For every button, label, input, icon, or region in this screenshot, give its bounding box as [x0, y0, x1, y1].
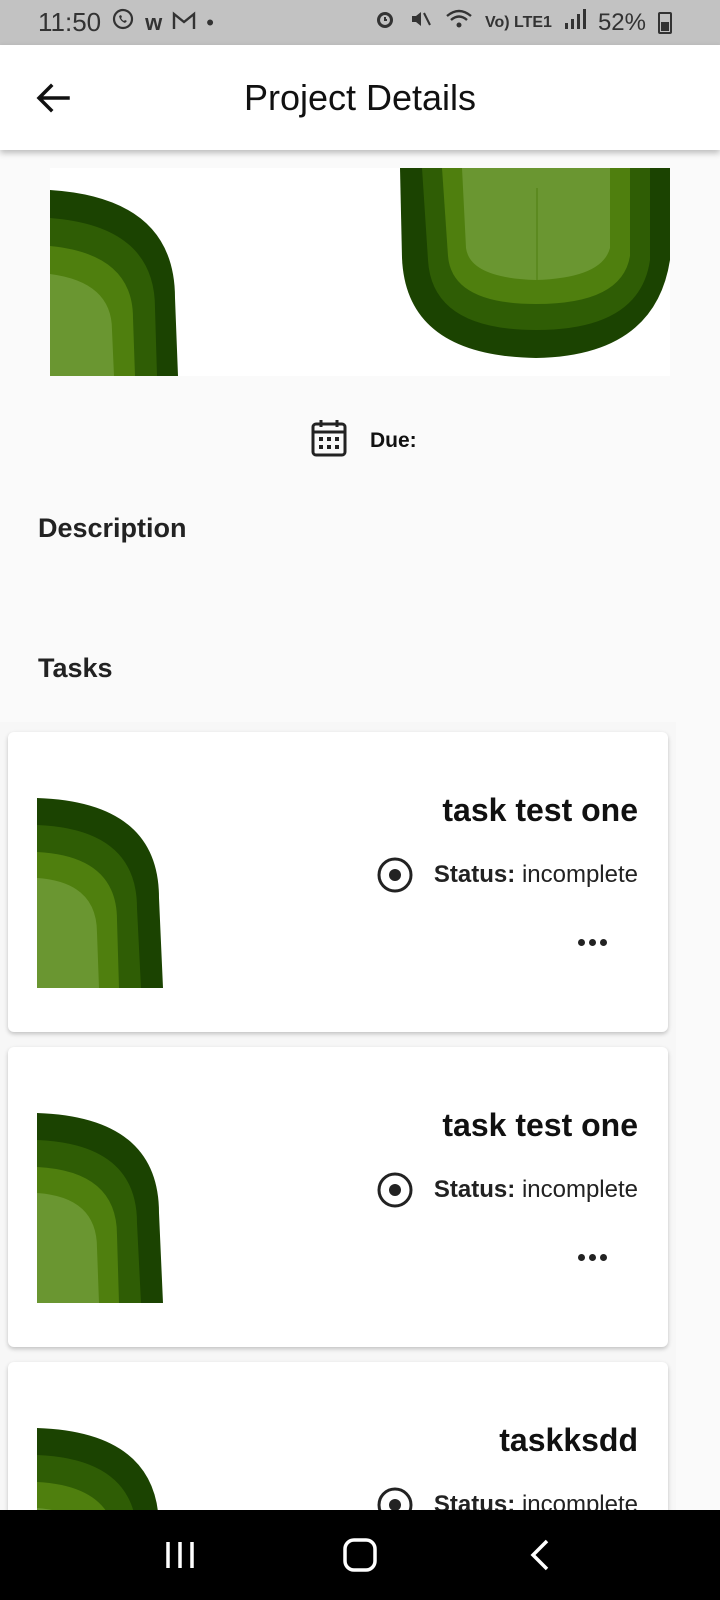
task-list[interactable]: task test one Status: incomplete task te…	[0, 722, 676, 1512]
mute-icon	[409, 7, 433, 38]
back-icon	[530, 1539, 549, 1571]
task-thumbnail	[37, 1113, 163, 1303]
whatsapp-icon	[111, 7, 135, 38]
status-value: incomplete	[521, 1176, 638, 1203]
status-left: 11:50 w •	[38, 7, 214, 38]
task-status: Status: incomplete	[376, 1486, 638, 1512]
task-thumbnail	[37, 798, 163, 988]
more-options-button[interactable]	[572, 928, 612, 956]
w-app-icon: w	[145, 9, 163, 35]
task-card[interactable]: taskksdd Status: incomplete	[8, 1362, 668, 1512]
task-card[interactable]: task test one Status: incomplete	[8, 1047, 668, 1347]
task-name: task test one	[442, 1107, 638, 1143]
app-bar: Project Details	[0, 45, 720, 150]
alarm-icon	[373, 7, 397, 38]
status-label: Status:	[433, 861, 516, 888]
more-options-button[interactable]	[572, 1243, 612, 1271]
description-heading: Description	[38, 513, 187, 543]
nav-back-button[interactable]	[510, 1525, 570, 1585]
status-bar: 11:50 w • Vo) LTE1 52%	[0, 0, 720, 45]
wifi-icon	[445, 7, 473, 38]
status-label: Status:	[433, 1491, 516, 1512]
status-label: Status:	[433, 1176, 516, 1203]
status-time: 11:50	[38, 7, 102, 37]
system-nav-bar	[0, 1510, 720, 1600]
due-label: Due:	[370, 428, 417, 452]
calendar-icon	[310, 418, 348, 463]
page-title: Project Details	[243, 77, 477, 118]
radio-button-icon	[377, 1487, 413, 1512]
signal-icon	[564, 8, 586, 37]
status-value: incomplete	[521, 861, 638, 888]
battery-icon	[658, 11, 672, 34]
task-name: taskksdd	[499, 1422, 638, 1458]
radio-button-icon	[377, 857, 413, 893]
status-value: incomplete	[521, 1491, 638, 1512]
network-label: Vo) LTE1	[484, 13, 552, 31]
recent-apps-icon	[166, 1542, 194, 1568]
status-right: Vo) LTE1 52%	[373, 7, 672, 38]
project-header-image	[50, 168, 670, 376]
dot-icon: •	[206, 9, 214, 35]
task-card[interactable]: task test one Status: incomplete	[8, 732, 668, 1032]
home-button[interactable]	[330, 1525, 390, 1585]
radio-button-icon	[377, 1172, 413, 1208]
battery-text: 52%	[597, 8, 646, 36]
home-icon	[343, 1538, 377, 1572]
recent-apps-button[interactable]	[150, 1525, 210, 1585]
gmail-icon	[172, 7, 196, 38]
task-name: task test one	[442, 792, 638, 828]
task-status: Status: incomplete	[376, 1171, 638, 1209]
tasks-heading: Tasks	[38, 653, 113, 683]
task-status: Status: incomplete	[376, 856, 638, 894]
due-row: Due:	[310, 418, 439, 463]
task-thumbnail	[37, 1428, 158, 1512]
